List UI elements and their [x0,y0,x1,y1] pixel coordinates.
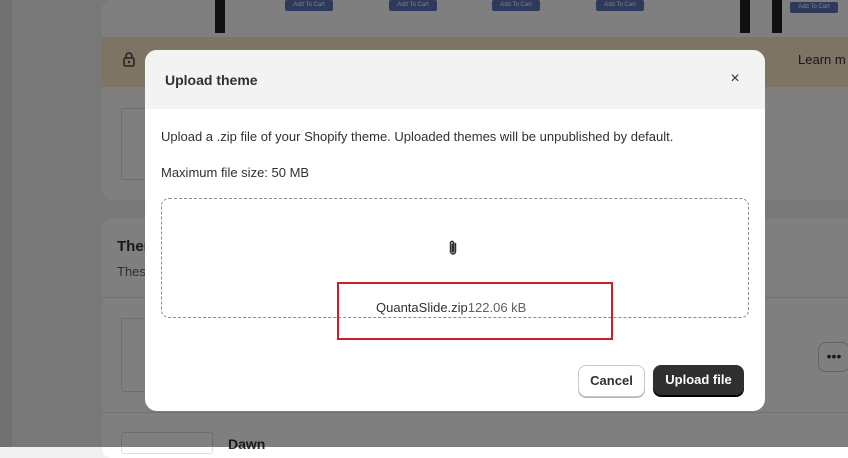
file-name: QuantaSlide.zip [376,300,468,315]
max-file-size-text: Maximum file size: 50 MB [161,165,310,180]
close-icon[interactable]: × [725,69,745,89]
file-size: 122.06 kB [467,300,527,315]
cancel-button[interactable]: Cancel [578,365,645,397]
uploaded-file: QuantaSlide.zip122.06 kB [376,300,526,315]
upload-file-button[interactable]: Upload file [653,365,744,395]
dialog-description: Upload a .zip file of your Shopify theme… [161,129,674,144]
paperclip-icon [445,239,461,257]
upload-theme-dialog: Upload theme × Upload a .zip file of you… [145,50,765,411]
dialog-title: Upload theme [165,72,258,88]
